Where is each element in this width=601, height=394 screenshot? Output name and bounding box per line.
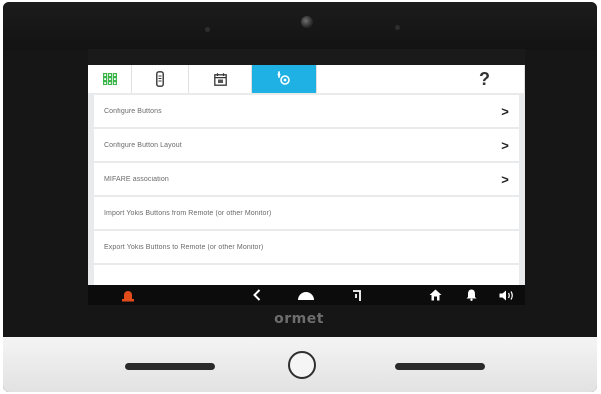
sensor-right [395, 25, 400, 30]
tab-bar: ? [88, 65, 525, 93]
home-icon[interactable] [297, 288, 315, 302]
list-item-label: Export Yokis Buttons to Remote (or other… [104, 243, 264, 251]
center-hardware-button[interactable] [288, 351, 316, 379]
list-item-label: MIFARE association [104, 175, 169, 183]
list-item-configure-button-layout[interactable]: Configure Button Layout > [94, 129, 519, 161]
tab-grid[interactable] [88, 65, 132, 93]
settings-list: Configure Buttons > Configure Button Lay… [94, 95, 519, 299]
door-opener-icon[interactable] [350, 288, 364, 302]
bell-icon[interactable] [464, 288, 478, 302]
screen-top-strip [88, 49, 525, 65]
list-item-export-yokis[interactable]: Export Yokis Buttons to Remote (or other… [94, 231, 519, 263]
list-item-mifare-association[interactable]: MIFARE association > [94, 163, 519, 195]
tab-settings[interactable] [252, 65, 317, 93]
list-item-import-yokis[interactable]: Import Yokis Buttons from Remote (or oth… [94, 197, 519, 229]
handset-icon [156, 71, 164, 87]
help-button[interactable]: ? [445, 65, 525, 93]
alarm-icon[interactable] [120, 288, 136, 302]
chevron-right-icon: > [501, 171, 509, 187]
list-item-label: Import Yokis Buttons from Remote (or oth… [104, 209, 272, 217]
chevron-right-icon: > [501, 103, 509, 119]
right-hardware-button[interactable] [395, 363, 485, 370]
back-icon[interactable] [250, 288, 264, 302]
device-frame: ? Configure Buttons > Configure Button L… [3, 2, 597, 392]
sensor-left [205, 27, 210, 32]
brand-logo: ormet [274, 311, 324, 327]
tab-handset[interactable] [132, 65, 189, 93]
left-hardware-button[interactable] [125, 363, 215, 370]
top-bezel [3, 2, 597, 50]
touch-screen: ? Configure Buttons > Configure Button L… [88, 49, 525, 305]
list-item-configure-buttons[interactable]: Configure Buttons > [94, 95, 519, 127]
volume-icon[interactable] [498, 288, 516, 302]
camera-lens [301, 16, 313, 28]
bottom-nav-bar [88, 285, 525, 305]
list-item-label: Configure Button Layout [104, 141, 182, 149]
calendar-icon [213, 72, 227, 86]
tab-calendar[interactable] [189, 65, 252, 93]
grid-icon [102, 73, 117, 85]
list-item-label: Configure Buttons [104, 107, 162, 115]
house-icon[interactable] [428, 288, 442, 302]
settings-touch-icon [277, 71, 290, 85]
chevron-right-icon: > [501, 137, 509, 153]
